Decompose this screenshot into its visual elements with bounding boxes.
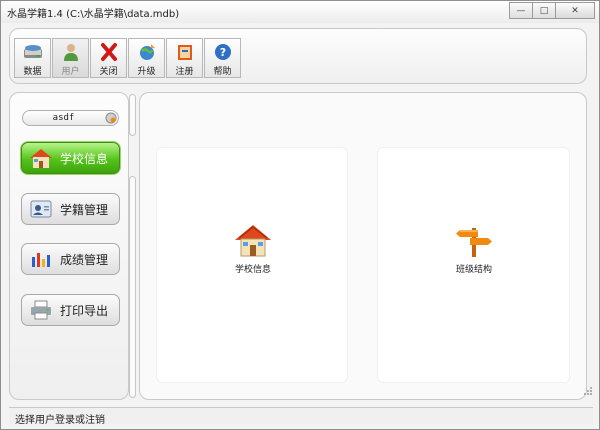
- class-structure-shortcut[interactable]: 班级结构: [454, 222, 494, 275]
- current-user-box[interactable]: asdf: [22, 110, 119, 126]
- toolbar-close-label: 关闭: [99, 67, 118, 77]
- window-title: 水晶学籍1.4 (C:\水晶学籍\data.mdb): [7, 9, 180, 20]
- maximize-button[interactable]: □: [532, 2, 556, 19]
- user-icon: [60, 42, 82, 62]
- school-house-icon: [233, 222, 273, 258]
- title-bar[interactable]: 水晶学籍1.4 (C:\水晶学籍\data.mdb) — □ ✕: [1, 1, 599, 23]
- card-label: 班级结构: [455, 265, 492, 275]
- close-window-button[interactable]: ✕: [555, 2, 595, 19]
- sidebar-item-school-info[interactable]: 学校信息: [21, 142, 120, 174]
- toolbar-upgrade-button[interactable]: 升级: [128, 38, 165, 78]
- close-icon: ✕: [571, 5, 579, 16]
- toolbar-user-button[interactable]: 用户: [52, 38, 89, 78]
- school-info-card: 学校信息: [156, 147, 348, 383]
- sidebar-item-label: 打印导出: [60, 303, 109, 318]
- current-user-name: asdf: [52, 113, 75, 123]
- toolbar-help-label: 帮助: [213, 67, 232, 77]
- window-controls: — □ ✕: [509, 2, 595, 19]
- printer-icon: [28, 298, 54, 322]
- app-window: 水晶学籍1.4 (C:\水晶学籍\data.mdb) — □ ✕ 数据 用户 关…: [0, 0, 600, 430]
- toolbar-data-label: 数据: [23, 67, 42, 77]
- student-card-icon: [28, 197, 54, 221]
- sidebar-scrollbar[interactable]: [129, 176, 136, 398]
- toolbar-upgrade-label: 升级: [137, 67, 156, 77]
- sidebar-scrollbar-top[interactable]: [129, 94, 136, 136]
- sidebar-item-label: 学籍管理: [60, 202, 109, 217]
- status-bar: 选择用户登录或注销: [9, 407, 593, 426]
- card-label: 学校信息: [234, 265, 271, 275]
- toolbar-register-button[interactable]: 注册: [166, 38, 203, 78]
- upgrade-globe-icon: [136, 42, 158, 62]
- minimize-button[interactable]: —: [509, 2, 533, 19]
- toolbar-register-label: 注册: [175, 67, 194, 77]
- toolbar-data-button[interactable]: 数据: [14, 38, 51, 78]
- close-x-icon: [98, 42, 120, 62]
- svg-text:?: ?: [219, 46, 225, 59]
- sidebar-item-print-export[interactable]: 打印导出: [21, 294, 120, 326]
- sidebar-item-label: 成绩管理: [60, 252, 109, 267]
- signpost-icon: [454, 222, 494, 258]
- school-info-shortcut[interactable]: 学校信息: [233, 222, 273, 275]
- minimize-icon: —: [516, 5, 526, 16]
- user-switch-icon: [105, 112, 117, 124]
- maximize-icon: □: [539, 5, 549, 16]
- class-structure-card: 班级结构: [377, 147, 570, 383]
- status-text: 选择用户登录或注销: [15, 415, 105, 426]
- toolbar-close-button[interactable]: 关闭: [90, 38, 127, 78]
- sidebar-item-label: 学校信息: [60, 151, 109, 166]
- resize-grip-icon[interactable]: [583, 386, 593, 396]
- sidebar-item-grades[interactable]: 成绩管理: [21, 243, 120, 275]
- toolbar: 数据 用户 关闭 升级 注册 ? 帮助: [14, 38, 242, 78]
- toolbar-help-button[interactable]: ? 帮助: [204, 38, 241, 78]
- register-book-icon: [174, 42, 196, 62]
- toolbar-user-label: 用户: [61, 67, 80, 77]
- sidebar-item-student-records[interactable]: 学籍管理: [21, 193, 120, 225]
- help-icon: ?: [212, 42, 234, 62]
- database-icon: [22, 42, 44, 62]
- grades-chart-icon: [28, 247, 54, 271]
- school-house-icon: [28, 146, 54, 170]
